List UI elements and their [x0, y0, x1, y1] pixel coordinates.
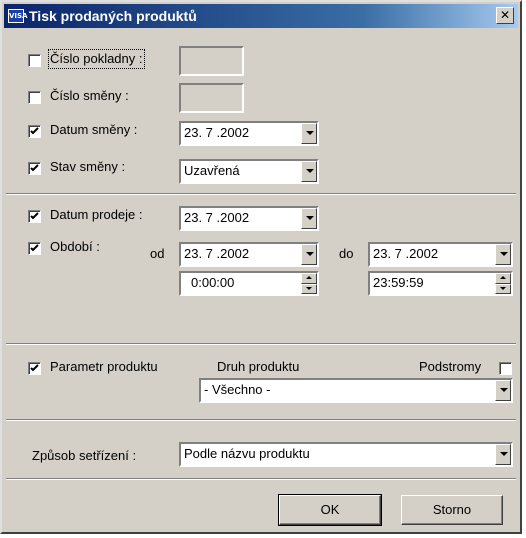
obdobi-checkbox[interactable] — [28, 242, 41, 255]
cislo-smeny-field[interactable] — [179, 83, 244, 113]
od-time-spinner[interactable]: 0:00:00 — [179, 271, 319, 296]
chevron-down-icon — [306, 216, 314, 220]
check-icon — [30, 164, 39, 172]
zpusob-setrizeni-dropdown-button[interactable] — [495, 444, 511, 465]
podstromy-checkbox[interactable] — [499, 362, 512, 375]
od-date-value: 23. 7 .2002 — [184, 246, 250, 261]
datum-smeny-value: 23. 7 .2002 — [184, 125, 250, 140]
chevron-down-icon — [306, 252, 314, 256]
druh-produktu-select[interactable]: - Všechno - — [199, 378, 513, 403]
spin-up-icon[interactable] — [301, 273, 317, 284]
spin-up-icon[interactable] — [495, 273, 511, 284]
od-label: od — [150, 246, 165, 261]
cislo-pokladny-label: Číslo pokladny : — [48, 49, 145, 69]
datum-smeny-date-picker[interactable]: 23. 7 .2002 — [179, 121, 319, 146]
spin-down-icon[interactable] — [495, 283, 511, 294]
chevron-down-icon — [306, 131, 314, 135]
separator — [6, 419, 516, 421]
zpusob-setrizeni-select[interactable]: Podle názvu produktu — [179, 442, 513, 467]
od-time-spin-buttons[interactable] — [301, 273, 317, 294]
parametr-produktu-checkbox[interactable] — [28, 362, 41, 375]
stav-smeny-select[interactable]: Uzavřená — [179, 159, 319, 184]
druh-produktu-value: - Všechno - — [204, 382, 271, 397]
stav-smeny-label: Stav směny : — [50, 159, 126, 174]
stav-smeny-value: Uzavřená — [184, 163, 240, 178]
spin-down-icon[interactable] — [301, 283, 317, 294]
do-date-dropdown-button[interactable] — [495, 244, 511, 265]
chevron-down-icon — [500, 388, 508, 392]
separator — [6, 343, 516, 345]
podstromy-label: Podstromy — [419, 359, 482, 374]
cislo-pokladny-field[interactable] — [179, 46, 244, 76]
storno-button[interactable]: Storno — [401, 495, 503, 525]
do-time-spin-buttons[interactable] — [495, 273, 511, 294]
cislo-smeny-label: Číslo směny : — [50, 88, 129, 103]
od-date-picker[interactable]: 23. 7 .2002 — [179, 242, 319, 267]
od-time-value: 0:00:00 — [191, 275, 235, 290]
close-button[interactable]: ✕ — [496, 7, 514, 24]
datum-prodeje-dropdown-button[interactable] — [301, 208, 317, 229]
datum-smeny-dropdown-button[interactable] — [301, 123, 317, 144]
cislo-pokladny-checkbox[interactable] — [28, 54, 41, 67]
window-title: Tisk prodaných produktů — [29, 8, 197, 24]
do-date-picker[interactable]: 23. 7 .2002 — [368, 242, 513, 267]
datum-prodeje-value: 23. 7 .2002 — [184, 210, 250, 225]
zpusob-setrizeni-value: Podle názvu produktu — [184, 446, 310, 461]
ok-button[interactable]: OK — [278, 494, 382, 526]
separator — [6, 193, 516, 195]
cislo-smeny-checkbox[interactable] — [28, 91, 41, 104]
do-time-spinner[interactable]: 23:59:59 — [368, 271, 513, 296]
do-label: do — [339, 246, 354, 261]
chevron-down-icon — [500, 452, 508, 456]
druh-produktu-dropdown-button[interactable] — [495, 380, 511, 401]
check-icon — [30, 127, 39, 135]
od-date-dropdown-button[interactable] — [301, 244, 317, 265]
title-bar[interactable]: VISA Tisk prodaných produktů ✕ — [4, 4, 518, 28]
separator — [6, 478, 516, 480]
check-icon — [30, 364, 39, 372]
datum-smeny-label: Datum směny : — [50, 122, 138, 137]
druh-produktu-label: Druh produktu — [217, 359, 300, 374]
check-icon — [30, 212, 39, 220]
zpusob-setrizeni-label: Způsob setřízení : — [32, 448, 137, 463]
parametr-produktu-label: Parametr produktu — [50, 359, 158, 374]
obdobi-label: Období : — [50, 239, 100, 254]
do-time-value: 23:59:59 — [373, 275, 424, 290]
datum-prodeje-checkbox[interactable] — [28, 210, 41, 223]
check-icon — [30, 244, 39, 252]
datum-prodeje-date-picker[interactable]: 23. 7 .2002 — [179, 206, 319, 231]
stav-smeny-dropdown-button[interactable] — [301, 161, 317, 182]
datum-smeny-checkbox[interactable] — [28, 125, 41, 138]
datum-prodeje-label: Datum prodeje : — [50, 207, 143, 222]
do-date-value: 23. 7 .2002 — [373, 246, 439, 261]
chevron-down-icon — [500, 252, 508, 256]
visa-icon: VISA — [8, 9, 27, 23]
dialog-window: VISA Tisk prodaných produktů ✕ Číslo pok… — [0, 0, 522, 534]
chevron-down-icon — [306, 169, 314, 173]
stav-smeny-checkbox[interactable] — [28, 162, 41, 175]
